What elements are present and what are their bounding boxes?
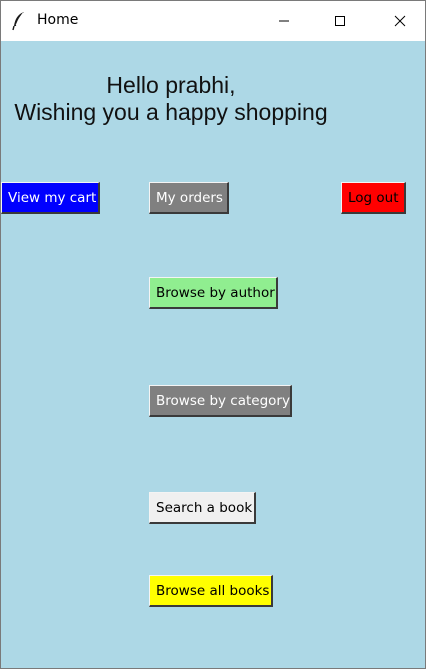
view-my-cart-button[interactable]: View my cart (1, 182, 100, 214)
maximize-button[interactable] (317, 1, 363, 41)
close-icon (394, 12, 406, 31)
close-button[interactable] (377, 1, 423, 41)
greeting-label: Hello prabhi, Wishing you a happy shoppi… (1, 72, 341, 126)
minimize-button[interactable] (261, 1, 307, 41)
greeting-line-2: Wishing you a happy shopping (14, 99, 328, 125)
maximize-icon (334, 12, 346, 31)
window-title: Home (37, 12, 79, 28)
feather-icon (11, 11, 27, 31)
browse-by-category-button[interactable]: Browse by category (149, 385, 292, 417)
search-a-book-button[interactable]: Search a book (149, 492, 256, 524)
browse-by-author-button[interactable]: Browse by author (149, 277, 278, 309)
minimize-icon (278, 12, 290, 31)
home-window: Home Hello prabhi, Wishing you a happy s… (0, 0, 426, 669)
my-orders-button[interactable]: My orders (149, 182, 229, 214)
title-bar[interactable]: Home (1, 1, 425, 41)
main-content: Hello prabhi, Wishing you a happy shoppi… (1, 41, 425, 668)
browse-all-books-button[interactable]: Browse all books (149, 575, 273, 607)
log-out-button[interactable]: Log out (341, 182, 406, 214)
greeting-line-1: Hello prabhi, (106, 72, 236, 98)
